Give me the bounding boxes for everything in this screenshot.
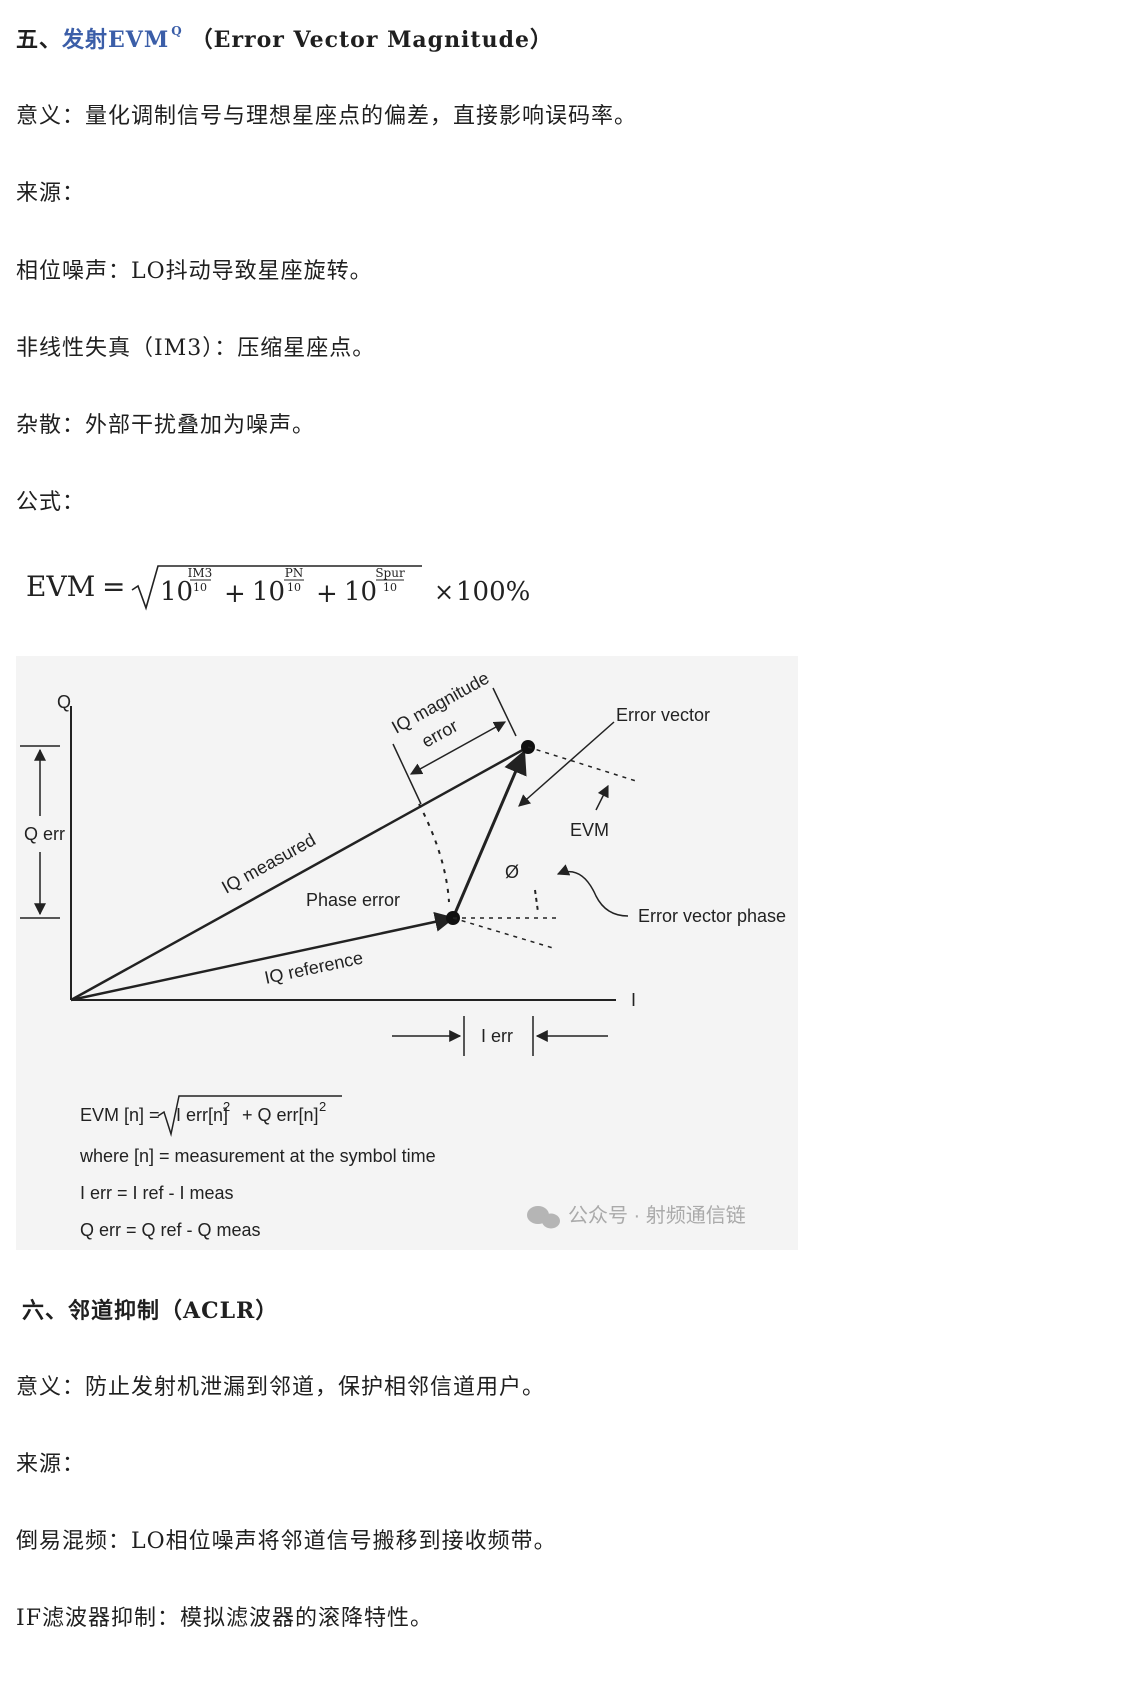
evm-callout-arrow <box>595 784 609 811</box>
formula-eq: = <box>102 570 125 603</box>
formula-exp1-den: 10 <box>193 581 207 594</box>
eq-rhs-b: + Q err[n] <box>242 1105 319 1125</box>
formula-exp3-den: 10 <box>383 581 397 594</box>
section5-heading: 五、发射EVM Q （Error Vector Magnitude） <box>16 24 553 57</box>
mag-error-tick-left <box>392 743 422 805</box>
section5-meaning: 意义：量化调制信号与理想星座点的偏差，直接影响误码率。 <box>16 104 638 129</box>
q-axis-label: Q <box>57 692 71 712</box>
watermark-text: 公众号 · 射频通信链 <box>568 1204 746 1227</box>
error-vector-label: Error vector <box>616 705 710 725</box>
formula-exp3-num: Spur <box>375 566 405 580</box>
eq-q-err-def: Q err = Q ref - Q meas <box>80 1220 261 1240</box>
q-err-label: Q err <box>24 824 65 844</box>
iq-reference-label: IQ reference <box>263 948 365 988</box>
section5-source-label: 来源： <box>16 181 86 206</box>
formula-base-3: 10 <box>344 577 377 607</box>
formula-plus-1: + <box>224 579 246 609</box>
section5-heading-prefix: 五、 <box>16 27 63 53</box>
mag-error-tick-right <box>492 687 517 737</box>
section5-source-phase-noise: 相位噪声：LO抖动导致星座旋转。 <box>16 259 373 284</box>
formula-exp2-num: PN <box>285 566 304 580</box>
search-icon[interactable]: Q <box>171 24 182 38</box>
error-vector-phase-callout <box>556 864 629 917</box>
section5-formula-label: 公式： <box>16 490 86 515</box>
phase-error-arc <box>418 803 450 903</box>
section6-meaning: 意义：防止发射机泄漏到邻道，保护相邻信道用户。 <box>16 1375 546 1400</box>
i-err-label: I err <box>481 1026 513 1046</box>
error-phase-extension <box>452 917 554 949</box>
eq-where: where [n] = measurement at the symbol ti… <box>79 1146 436 1166</box>
phi-arc <box>534 889 539 913</box>
section5-heading-suffix: （Error Vector Magnitude） <box>190 27 553 53</box>
formula-lhs: EVM <box>26 570 95 603</box>
section5-source-spur: 杂散：外部干扰叠加为噪声。 <box>16 413 316 438</box>
section6-heading: 六、邻道抑制（ACLR） <box>22 1298 279 1324</box>
iq-reference-vector <box>70 912 455 1002</box>
i-axis-label: I <box>631 990 636 1010</box>
wechat-icon <box>527 1206 560 1229</box>
evm-formula: EVM = 10 IM3 10 + 10 PN 10 + 10 Spur 10 … <box>24 560 584 620</box>
error-vector-callout <box>518 721 615 807</box>
formula-percent: 100% <box>456 577 530 607</box>
error-vector-arrow <box>451 749 527 919</box>
error-vector-phase-label: Error vector phase <box>638 906 786 926</box>
phi-label: Ø <box>505 862 519 882</box>
formula-times: × <box>434 578 454 606</box>
eq-i-err-def: I err = I ref - I meas <box>80 1183 234 1203</box>
eq-rhs-a: I err[n] <box>176 1105 228 1125</box>
section6-source-if-filter: IF滤波器抑制：模拟滤波器的滚降特性。 <box>16 1606 433 1631</box>
formula-base-2: 10 <box>252 577 285 607</box>
measured-extension <box>527 746 637 782</box>
eq-lhs: EVM [n] = <box>80 1105 160 1125</box>
evm-label: EVM <box>570 820 609 840</box>
section6-source-label: 来源： <box>16 1452 86 1477</box>
section5-source-nonlinear: 非线性失真（IM3）：压缩星座点。 <box>16 336 376 361</box>
phase-error-label: Phase error <box>306 890 400 910</box>
formula-exp2-den: 10 <box>287 581 301 594</box>
section6-source-reciprocal-mixing: 倒易混频：LO相位噪声将邻道信号搬移到接收频带。 <box>16 1529 557 1554</box>
evm-diagram: Q I Q err IQ magnitude error Error vecto… <box>16 656 798 1250</box>
evm-keyword-link[interactable]: 发射EVM <box>62 27 169 53</box>
formula-exp1-num: IM3 <box>188 566 213 580</box>
iq-measured-label: IQ measured <box>218 830 319 898</box>
eq-exp-b: 2 <box>319 1099 326 1114</box>
formula-base-1: 10 <box>160 577 193 607</box>
eq-exp-a: 2 <box>223 1099 230 1114</box>
formula-plus-2: + <box>316 579 338 609</box>
